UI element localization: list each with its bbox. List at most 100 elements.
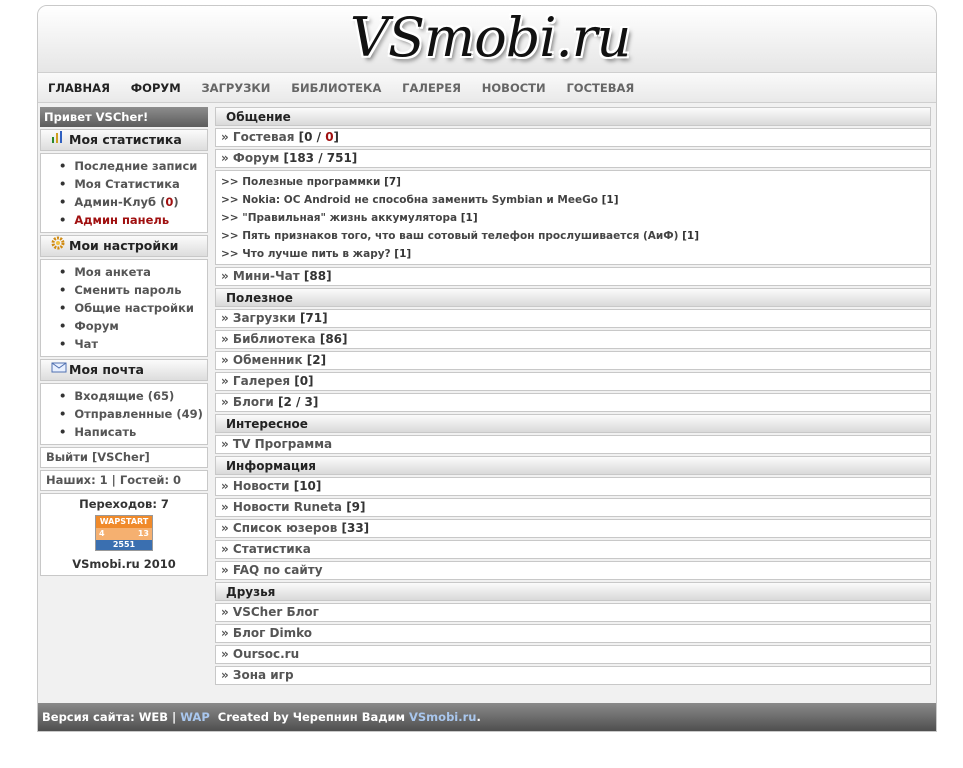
stats-latest-posts[interactable]: Последние записи — [59, 157, 207, 175]
tv-link[interactable]: » TV Программа — [215, 435, 931, 454]
topic-title: >> "Правильная" жизнь аккумулятора — [221, 212, 461, 224]
footer-site-link[interactable]: VSmobi.ru — [409, 710, 476, 724]
topic-title: >> Nokia: ОС Android не способна заменит… — [221, 194, 602, 206]
gear-icon — [51, 236, 67, 256]
exchanger-link[interactable]: » Обменник [2] — [215, 351, 931, 370]
friend-link[interactable]: » VSCher Блог — [215, 603, 931, 622]
nav-home[interactable]: ГЛАВНАЯ — [48, 73, 110, 103]
friend-link[interactable]: » Блог Dimko — [215, 624, 931, 643]
section-useful: Полезное — [215, 288, 931, 307]
admin-club-label: Админ-Клуб ( — [74, 195, 166, 209]
stats-box: Последние записи Моя Статистика Админ-Кл… — [40, 153, 208, 233]
settings-general[interactable]: Общие настройки — [59, 299, 207, 317]
mail-compose[interactable]: Написать — [59, 423, 207, 441]
users-list-link[interactable]: » Список юзеров [33] — [215, 519, 931, 538]
stats-admin-club[interactable]: Админ-Клуб (0) — [59, 193, 207, 211]
nav-news[interactable]: НОВОСТИ — [482, 73, 546, 103]
minichat-link[interactable]: » Мини-Чат [88] — [215, 267, 931, 286]
news-link[interactable]: » Новости [10] — [215, 477, 931, 496]
settings-header: Мои настройки — [40, 235, 208, 257]
wapstart-left: 4 — [99, 529, 105, 538]
row-label: » Библиотека — [221, 332, 320, 346]
topic-title: >> Что лучше пить в жару? — [221, 248, 395, 260]
forum-topic[interactable]: >> "Правильная" жизнь аккумулятора [1] — [221, 209, 930, 227]
row-count: [0] — [294, 374, 314, 388]
wapstart-badge[interactable]: WAPSTART 4 13 2551 — [95, 515, 153, 551]
forum-topic[interactable]: >> Nokia: ОС Android не способна заменит… — [221, 191, 930, 209]
forum-topic[interactable]: >> Полезные программки [7] — [221, 173, 930, 191]
guestbook-count-a: [0 / — [298, 130, 326, 144]
stats-my-stats[interactable]: Моя Статистика — [59, 175, 207, 193]
nav-library[interactable]: БИБЛИОТЕКА — [291, 73, 381, 103]
wapstart-bottom: 2551 — [96, 540, 152, 550]
blogs-link[interactable]: » Блоги [2 / 3] — [215, 393, 931, 412]
stats-admin-panel[interactable]: Админ панель — [59, 211, 207, 229]
settings-chat[interactable]: Чат — [59, 335, 207, 353]
settings-profile[interactable]: Моя анкета — [59, 263, 207, 281]
mail-sent[interactable]: Отправленные (49) — [59, 405, 207, 423]
admin-club-close: ) — [173, 195, 179, 209]
topic-count: [1] — [394, 248, 412, 260]
nav-gallery[interactable]: ГАЛЕРЕЯ — [402, 73, 461, 103]
forum-topic[interactable]: >> Что лучше пить в жару? [1] — [221, 245, 930, 263]
main-content: Общение » Гостевая [0 / 0] » Форум [183 … — [215, 107, 931, 687]
section-info: Информация — [215, 456, 931, 475]
footer-dot: . — [476, 710, 481, 724]
logout-link[interactable]: Выйти [VSCher] — [40, 447, 208, 468]
topic-title: >> Полезные программки — [221, 176, 385, 188]
faq-link[interactable]: » FAQ по сайту — [215, 561, 931, 580]
friend-link[interactable]: » Зона игр — [215, 666, 931, 685]
row-count: [86] — [319, 332, 348, 346]
runeta-news-link[interactable]: » Новости Runeta [9] — [215, 498, 931, 517]
topic-count: [7] — [384, 176, 401, 188]
stats-header: Моя статистика — [40, 129, 208, 151]
row-count: [9] — [346, 500, 366, 514]
minichat-label: » Мини-Чат — [221, 269, 304, 283]
settings-change-password[interactable]: Сменить пароль — [59, 281, 207, 299]
row-label: » Обменник — [221, 353, 307, 367]
row-label: » Статистика — [221, 542, 311, 556]
nav-forum[interactable]: ФОРУМ — [131, 73, 181, 103]
settings-box: Моя анкета Сменить пароль Общие настройк… — [40, 259, 208, 357]
envelope-icon — [51, 360, 67, 380]
row-label: » Загрузки — [221, 311, 300, 325]
counter-box: Переходов: 7 WAPSTART 4 13 2551 VSmobi.ru… — [40, 493, 208, 576]
row-label: » Список юзеров — [221, 521, 342, 535]
footer-version: Версия сайта: WEB | — [42, 710, 181, 724]
row-label: » FAQ по сайту — [221, 563, 323, 577]
nav-downloads[interactable]: ЗАГРУЗКИ — [202, 73, 271, 103]
topic-count: [1] — [682, 230, 700, 242]
greeting: Привет VSCher! — [40, 107, 208, 127]
page-wrapper: VSmobi.ru ГЛАВНАЯ ФОРУМ ЗАГРУЗКИ БИБЛИОТ… — [37, 5, 937, 732]
topic-count: [1] — [460, 212, 478, 224]
gallery-link[interactable]: » Галерея [0] — [215, 372, 931, 391]
row-label: » Блоги — [221, 395, 278, 409]
footer-wap-link[interactable]: WAP — [180, 710, 210, 724]
guestbook-count-b: 0 — [325, 130, 334, 144]
section-general: Общение — [215, 107, 931, 126]
friend-link[interactable]: » Oursoc.ru — [215, 645, 931, 664]
chart-icon — [51, 130, 67, 150]
settings-forum[interactable]: Форум — [59, 317, 207, 335]
topic-title: >> Пять признаков того, что ваш сотовый … — [221, 230, 683, 242]
forum-link[interactable]: » Форум [183 / 751] — [215, 149, 931, 168]
library-link[interactable]: » Библиотека [86] — [215, 330, 931, 349]
mail-inbox[interactable]: Входящие (65) — [59, 387, 207, 405]
statistics-link[interactable]: » Статистика — [215, 540, 931, 559]
site-logo[interactable]: VSmobi.ru — [350, 8, 631, 68]
mail-title: Моя почта — [69, 362, 144, 377]
section-friends: Друзья — [215, 582, 931, 601]
wapstart-right: 13 — [137, 529, 149, 538]
row-count: [71] — [299, 311, 328, 325]
header: VSmobi.ru — [38, 6, 936, 73]
nav-guestbook[interactable]: ГОСТЕВАЯ — [566, 73, 634, 103]
forum-topic[interactable]: >> Пять признаков того, что ваш сотовый … — [221, 227, 930, 245]
topic-count: [1] — [601, 194, 619, 206]
guestbook-link[interactable]: » Гостевая [0 / 0] — [215, 128, 931, 147]
row-label: » Новости Runeta — [221, 500, 347, 514]
row-count: [10] — [293, 479, 322, 493]
forum-label: » Форум — [221, 151, 284, 165]
downloads-link[interactable]: » Загрузки [71] — [215, 309, 931, 328]
mail-box: Входящие (65) Отправленные (49) Написать — [40, 383, 208, 445]
forum-count: [183 / 751] — [283, 151, 358, 165]
